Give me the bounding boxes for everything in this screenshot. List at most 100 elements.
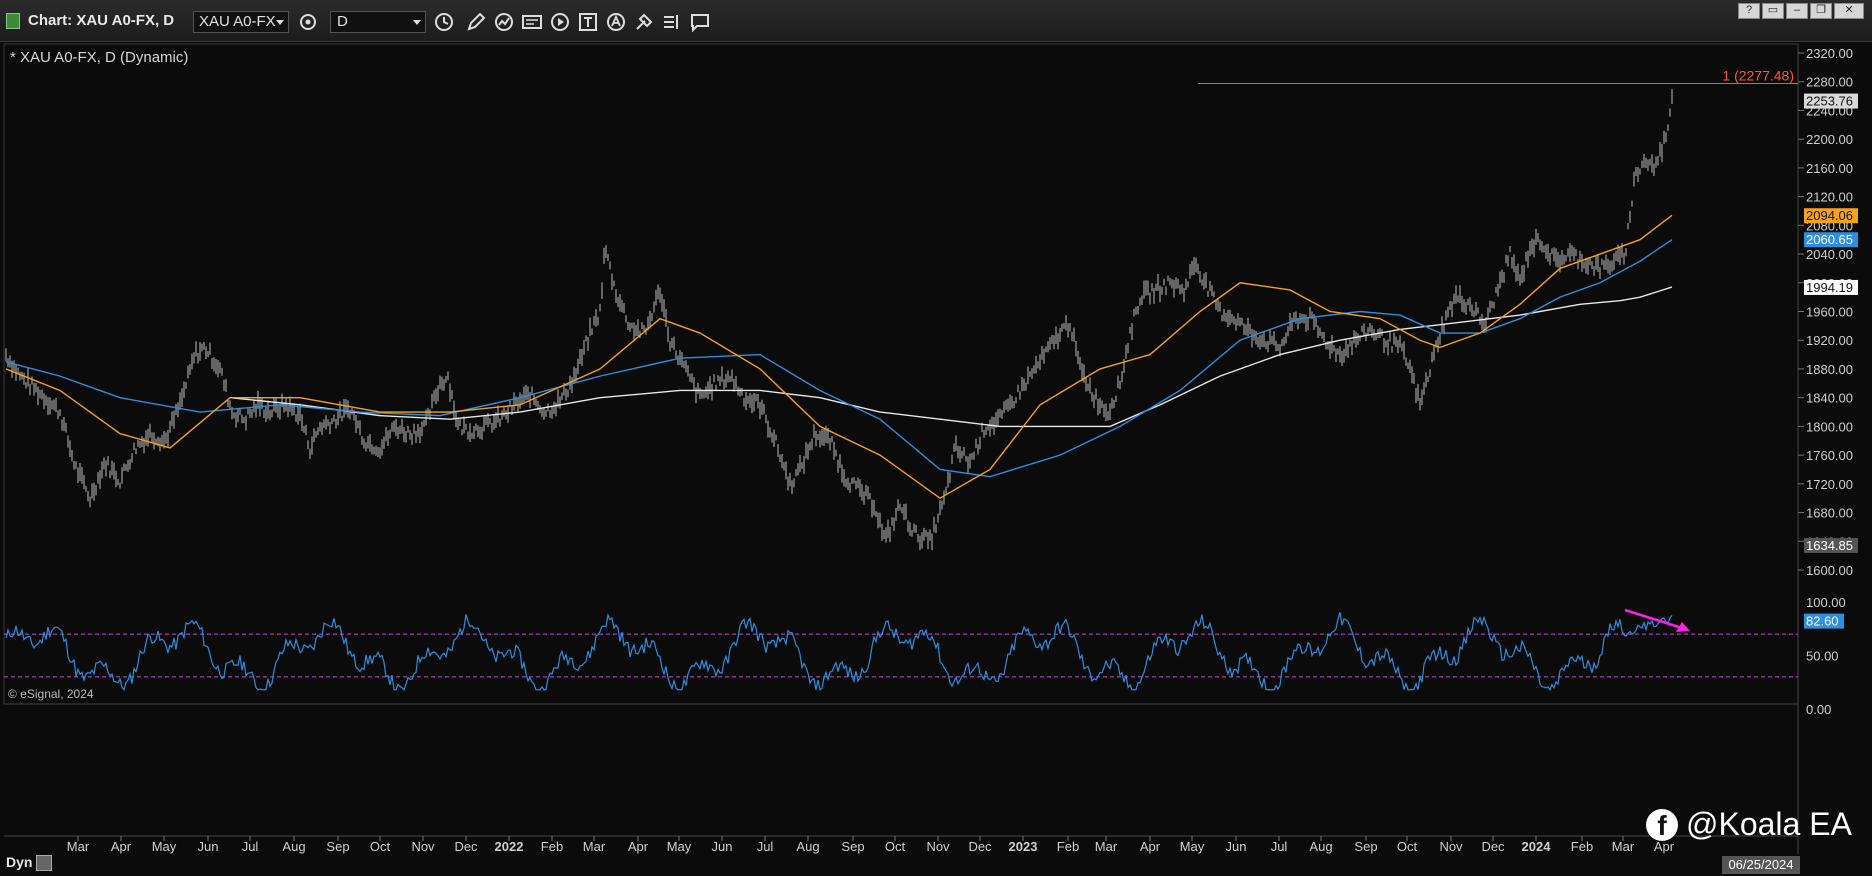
price-value-text: 1994.19 xyxy=(1806,280,1853,295)
x-tick-label: Mar xyxy=(1095,839,1118,854)
chevron-down-icon xyxy=(276,20,284,25)
x-tick-label: May xyxy=(667,839,692,854)
restore-button[interactable]: – xyxy=(1786,3,1808,19)
window-titlebar: Chart: XAU A0-FX, D XAU A0-FX D ? ▭ – ❐ … xyxy=(0,0,1872,42)
y-tick-label: 1920.00 xyxy=(1806,333,1853,348)
osc-tick-label: 100.00 xyxy=(1806,595,1846,610)
price-value-text: 2094.06 xyxy=(1806,208,1853,223)
x-tick-label: May xyxy=(1180,839,1205,854)
x-tick-label: Jul xyxy=(757,839,774,854)
x-tick-label: Mar xyxy=(67,839,90,854)
y-tick-label: 1880.00 xyxy=(1806,362,1853,377)
x-tick-label: Mar xyxy=(1612,839,1635,854)
x-tick-label: 2024 xyxy=(1522,839,1552,854)
comment-icon[interactable] xyxy=(688,10,712,34)
x-tick-label: Sep xyxy=(841,839,864,854)
x-tick-label: 2023 xyxy=(1009,839,1038,854)
x-tick-label: Aug xyxy=(796,839,819,854)
dyn-label[interactable]: Dyn xyxy=(6,854,32,870)
restore-icon: – xyxy=(1793,4,1801,16)
settings-icon[interactable] xyxy=(296,10,320,34)
close-icon: ✕ xyxy=(1844,4,1854,16)
x-tick-label: Sep xyxy=(326,839,349,854)
layers-icon[interactable] xyxy=(660,10,684,34)
close-button[interactable]: ✕ xyxy=(1834,3,1864,19)
watermark-text: @Koala EA xyxy=(1686,806,1852,842)
watermark: f @Koala EA xyxy=(1646,806,1852,843)
y-tick-label: 2320.00 xyxy=(1806,46,1853,61)
x-tick-label: Feb xyxy=(541,839,563,854)
facebook-icon: f xyxy=(1646,808,1678,841)
play-icon[interactable] xyxy=(548,10,572,34)
x-tick-label: Jun xyxy=(712,839,733,854)
y-tick-label: 1960.00 xyxy=(1806,305,1853,320)
dyn-settings-icon[interactable] xyxy=(36,855,52,871)
x-tick-label: Jun xyxy=(198,839,219,854)
osc-tick-label: 50.00 xyxy=(1806,649,1839,664)
y-tick-label: 1680.00 xyxy=(1806,506,1853,521)
y-tick-label: 1800.00 xyxy=(1806,419,1853,434)
data-icon[interactable] xyxy=(520,10,544,34)
chart-header: * XAU A0-FX, D (Dynamic) xyxy=(10,49,188,66)
x-tick-label: Sep xyxy=(1354,839,1377,854)
y-tick-label: 2200.00 xyxy=(1806,132,1853,147)
x-tick-label: Nov xyxy=(1439,839,1463,854)
x-tick-label: Oct xyxy=(1397,839,1418,854)
x-tick-label: 2022 xyxy=(495,839,524,854)
minimize-icon: ▭ xyxy=(1767,4,1779,16)
x-tick-label: May xyxy=(152,839,177,854)
x-tick-label: Oct xyxy=(370,839,391,854)
osc-value-text: 82.60 xyxy=(1806,614,1839,629)
clock-icon[interactable] xyxy=(432,10,456,34)
symbol-value: XAU A0-FX xyxy=(199,13,276,30)
text-tool-icon[interactable] xyxy=(576,10,600,34)
price-chart[interactable]: * XAU A0-FX, D (Dynamic) © eSignal, 2024… xyxy=(0,42,1872,854)
x-tick-label: Feb xyxy=(1571,839,1593,854)
x-tick-label: Aug xyxy=(1309,839,1332,854)
y-tick-label: 1840.00 xyxy=(1806,391,1853,406)
x-tick-label: Dec xyxy=(968,839,992,854)
x-tick-label: Jul xyxy=(242,839,259,854)
x-tick-label: Nov xyxy=(411,839,435,854)
y-tick-label: 2160.00 xyxy=(1806,161,1853,176)
price-value-text: 2253.76 xyxy=(1806,94,1853,109)
x-tick-label: Nov xyxy=(926,839,950,854)
maximize-icon: ❐ xyxy=(1816,4,1826,16)
y-tick-label: 1760.00 xyxy=(1806,448,1853,463)
x-tick-label: Jun xyxy=(1226,839,1247,854)
price-value-text: 2060.65 xyxy=(1806,232,1853,247)
window-title: Chart: XAU A0-FX, D xyxy=(28,12,175,29)
y-tick-label: 2040.00 xyxy=(1806,247,1853,262)
pencil-icon[interactable] xyxy=(464,10,488,34)
interval-select[interactable]: D xyxy=(330,11,426,33)
chart-style-icon[interactable] xyxy=(492,10,516,34)
y-tick-label: 1720.00 xyxy=(1806,477,1853,492)
x-tick-label: Mar xyxy=(583,839,606,854)
x-tick-label: Apr xyxy=(111,839,132,854)
osc-tick-label: 0.00 xyxy=(1806,702,1831,717)
horizontal-level-label: 1 (2277.48) xyxy=(1722,68,1794,84)
y-tick-label: 2280.00 xyxy=(1806,75,1853,90)
tools-icon[interactable] xyxy=(632,10,656,34)
cursor-date-label: 06/25/2024 xyxy=(1722,856,1800,874)
price-value-text: 1634.85 xyxy=(1806,538,1853,553)
x-tick-label: Apr xyxy=(628,839,649,854)
x-tick-label: Jul xyxy=(1271,839,1288,854)
x-tick-label: Aug xyxy=(282,839,305,854)
chevron-down-icon xyxy=(413,20,421,25)
y-tick-label: 2120.00 xyxy=(1806,190,1853,205)
y-tick-label: 1600.00 xyxy=(1806,563,1853,578)
interval-value: D xyxy=(337,13,348,30)
app-icon xyxy=(6,13,20,29)
alert-icon[interactable] xyxy=(604,10,628,34)
help-button[interactable]: ? xyxy=(1738,3,1760,19)
copyright-label: © eSignal, 2024 xyxy=(8,687,94,701)
minimize-button[interactable]: ▭ xyxy=(1762,3,1784,19)
x-tick-label: Dec xyxy=(1481,839,1505,854)
x-tick-label: Feb xyxy=(1057,839,1079,854)
x-tick-label: Dec xyxy=(454,839,478,854)
maximize-button[interactable]: ❐ xyxy=(1810,3,1832,19)
x-tick-label: Apr xyxy=(1140,839,1161,854)
x-tick-label: Oct xyxy=(885,839,906,854)
symbol-select[interactable]: XAU A0-FX xyxy=(193,11,289,33)
